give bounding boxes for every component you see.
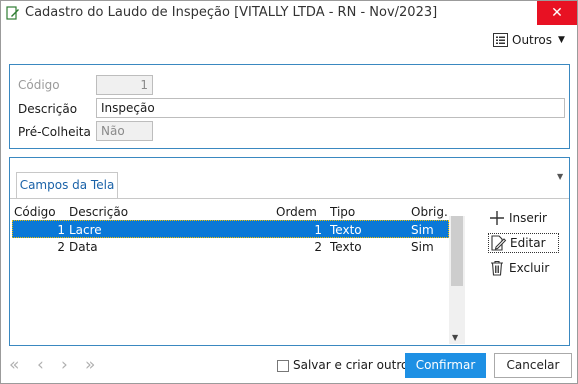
confirm-button[interactable]: Confirmar xyxy=(405,353,486,378)
edit-document-icon xyxy=(6,6,19,20)
table-row[interactable]: 1 Lacre 1 Texto Sim xyxy=(12,220,449,238)
list-icon xyxy=(493,33,508,47)
codigo-label: Código xyxy=(18,78,60,92)
table-header: Código Descrição Ordem Tipo Obrig. xyxy=(12,203,449,221)
precolheita-label: Pré-Colheita xyxy=(18,125,91,139)
salvar-criar-outro-checkbox[interactable] xyxy=(277,360,289,372)
inserir-button[interactable]: Inserir xyxy=(488,208,560,228)
chevron-down-icon: ▼ xyxy=(558,35,565,45)
header-descricao[interactable]: Descrição xyxy=(69,203,128,221)
dialog-window: Cadastro do Laudo de Inspeção [VITALLY L… xyxy=(0,0,578,384)
header-tipo[interactable]: Tipo xyxy=(330,203,355,221)
header-codigo[interactable]: Código xyxy=(14,203,56,221)
title-bar: Cadastro do Laudo de Inspeção [VITALLY L… xyxy=(1,1,577,25)
nav-first-icon[interactable]: « xyxy=(9,355,19,375)
cell-obrig: Sim xyxy=(411,240,434,254)
codigo-field: 1 xyxy=(96,75,153,95)
header-ordem[interactable]: Ordem xyxy=(276,203,317,221)
descricao-field[interactable]: Inspeção xyxy=(96,98,565,118)
outros-menu-button[interactable]: Outros ▼ xyxy=(493,31,565,49)
editar-label: Editar xyxy=(510,236,546,250)
cell-tipo: Texto xyxy=(330,240,362,254)
cell-descricao: Data xyxy=(69,240,98,254)
cell-obrig: Sim xyxy=(411,223,434,237)
cell-codigo: 1 xyxy=(57,223,65,237)
header-obrig[interactable]: Obrig. xyxy=(411,203,448,221)
cell-ordem: 2 xyxy=(314,240,322,254)
salvar-criar-outro-label[interactable]: Salvar e criar outro xyxy=(293,358,408,372)
edit-document-icon xyxy=(491,235,507,251)
cell-ordem: 1 xyxy=(314,223,322,237)
precolheita-field: Não xyxy=(96,121,153,141)
nav-prev-icon[interactable]: ‹ xyxy=(37,355,44,375)
trash-icon xyxy=(491,260,503,276)
outros-label: Outros xyxy=(512,33,553,47)
cell-descricao: Lacre xyxy=(69,223,102,237)
cell-tipo: Texto xyxy=(330,223,362,237)
nav-next-icon[interactable]: › xyxy=(61,355,68,375)
chevron-down-icon[interactable]: ▼ xyxy=(452,333,458,342)
cell-codigo: 2 xyxy=(57,240,65,254)
table-scrollbar[interactable]: ▼ xyxy=(449,216,465,344)
form-panel: Código 1 Descrição Inspeção Pré-Colheita… xyxy=(9,64,570,149)
excluir-button[interactable]: Excluir xyxy=(488,258,560,278)
nav-last-icon[interactable]: » xyxy=(85,355,95,375)
tab-divider xyxy=(10,198,569,199)
excluir-label: Excluir xyxy=(509,261,550,275)
cancel-button[interactable]: Cancelar xyxy=(494,353,572,378)
window-title: Cadastro do Laudo de Inspeção [VITALLY L… xyxy=(25,5,438,20)
inserir-label: Inserir xyxy=(509,211,547,225)
descricao-label: Descrição xyxy=(18,102,78,116)
chevron-down-icon[interactable]: ▼ xyxy=(557,172,563,181)
fields-panel: Campos da Tela ▼ Código Descrição Ordem … xyxy=(9,157,570,346)
editar-button[interactable]: Editar xyxy=(488,233,559,253)
plus-icon xyxy=(490,211,504,225)
table-row[interactable]: 2 Data 2 Texto Sim xyxy=(12,238,449,256)
scrollbar-thumb[interactable] xyxy=(451,216,463,286)
tab-campos-da-tela[interactable]: Campos da Tela xyxy=(16,172,118,199)
close-button[interactable]: ✕ xyxy=(537,1,577,25)
